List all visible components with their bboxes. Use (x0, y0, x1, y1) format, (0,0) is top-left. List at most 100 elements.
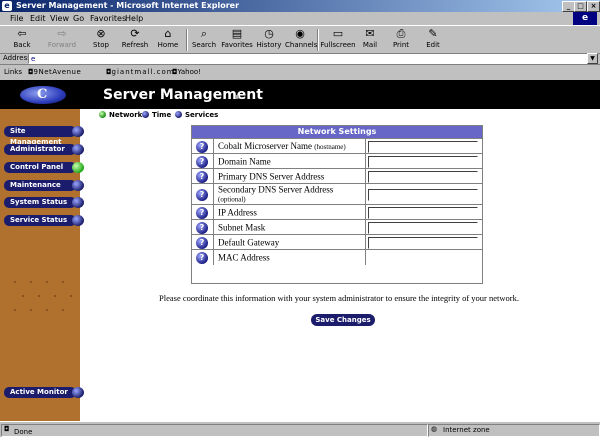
forward-button[interactable]: ⇨ Forward (44, 28, 80, 52)
services-tab-indicator-icon (175, 111, 182, 118)
settings-row: ? Primary DNS Server Address (192, 168, 482, 184)
page-status-icon: ◘ (4, 425, 10, 433)
help-question-icon[interactable]: ? (196, 140, 208, 153)
help-question-icon[interactable]: ? (196, 221, 208, 234)
title-dot-icon (235, 95, 239, 99)
page-content: C Server Management Network Time Service… (0, 80, 600, 421)
column-divider (365, 184, 366, 205)
help-question-icon[interactable]: ? (196, 236, 208, 249)
help-question-icon[interactable]: ? (196, 188, 208, 201)
settings-label: Default Gateway (218, 237, 280, 247)
stop-icon: ⊗ (96, 27, 106, 40)
settings-label: Primary DNS Server Address (218, 171, 325, 181)
active-monitor-button[interactable]: Active Monitor (4, 387, 84, 398)
home-button[interactable]: ⌂ Home (155, 28, 181, 52)
tab-time[interactable]: Time (152, 111, 171, 119)
help-cell: ? (192, 250, 214, 265)
link-giantmall[interactable]: ◘giantmall.com (106, 68, 175, 76)
address-input[interactable]: e (28, 53, 590, 64)
settings-row: ? Default Gateway (192, 234, 482, 250)
help-question-icon[interactable]: ? (196, 170, 208, 183)
menu-favorites[interactable]: Favorites (90, 14, 126, 23)
fullscreen-button[interactable]: ▭ Fullscreen (320, 28, 356, 52)
favorites-button[interactable]: ▤ Favorites (220, 28, 254, 52)
settings-label: IP Address (218, 207, 257, 217)
decorative-dot (46, 281, 48, 283)
settings-input[interactable] (368, 206, 478, 219)
sidebar-item-control-panel[interactable]: Control Panel (4, 162, 84, 173)
link-yahoo[interactable]: ◘Yahoo! (172, 68, 201, 76)
decorative-dot (70, 295, 72, 297)
edit-button[interactable]: ✎ Edit (423, 28, 443, 52)
decorative-dot (46, 309, 48, 311)
forward-arrow-icon: ⇨ (57, 27, 67, 40)
nav-ball-icon (72, 387, 84, 398)
printer-icon: ⎙ (396, 27, 406, 40)
refresh-button[interactable]: ⟳ Refresh (118, 28, 152, 52)
tab-network[interactable]: Network (109, 111, 142, 119)
stop-button[interactable]: ⊗ Stop (88, 28, 114, 52)
status-bar: ◘ Done ◍ Internet zone (0, 421, 600, 437)
nav-ball-active-icon (72, 162, 84, 173)
save-changes-button[interactable]: Save Changes (311, 314, 375, 326)
settings-input[interactable] (368, 221, 478, 234)
toolbar-separator (317, 29, 319, 51)
decorative-dot (14, 309, 16, 311)
ie-throbber-icon: e (573, 12, 597, 25)
sidebar: Site Management Administrator Control Pa… (0, 109, 84, 421)
settings-row: ? IP Address (192, 204, 482, 220)
toolbar-separator (186, 29, 188, 51)
zone-status: Internet zone (443, 426, 490, 434)
settings-row: ? Cobalt Microserver Name (hostname) (192, 138, 482, 154)
sidebar-item-system-status[interactable]: System Status (4, 197, 84, 208)
sidebar-item-maintenance[interactable]: Maintenance (4, 180, 84, 191)
menu-edit[interactable]: Edit (30, 14, 46, 23)
mail-button[interactable]: ✉ Mail (358, 28, 382, 52)
home-icon: ⌂ (164, 27, 172, 40)
menu-go[interactable]: Go (73, 14, 84, 23)
print-button[interactable]: ⎙ Print (390, 28, 412, 52)
channels-icon: ◉ (295, 27, 305, 40)
settings-input[interactable] (368, 170, 478, 183)
decorative-dot (30, 309, 32, 311)
settings-input[interactable] (368, 155, 478, 168)
maximize-button[interactable]: □ (574, 1, 587, 12)
link-9netavenue[interactable]: ◘9NetAvenue (28, 68, 81, 76)
search-button[interactable]: ⌕ Search (190, 28, 218, 52)
back-button[interactable]: ⇦ Back (6, 28, 38, 52)
sidebar-item-site-management[interactable]: Site Management (4, 126, 84, 146)
cobalt-logo: C (20, 86, 66, 104)
settings-row: ? Secondary DNS Server Address (optional) (192, 183, 482, 205)
time-tab-indicator-icon (142, 111, 149, 118)
settings-row: ? Subnet Mask (192, 219, 482, 235)
decorative-dot (30, 281, 32, 283)
settings-sublabel: (optional) (218, 195, 246, 203)
help-question-icon[interactable]: ? (196, 155, 208, 168)
column-divider (365, 139, 366, 154)
menu-help[interactable]: Help (125, 14, 143, 23)
sidebar-item-service-status[interactable]: Service Status (4, 215, 84, 226)
window-title: Server Management - Microsoft Internet E… (16, 1, 240, 10)
network-tab-indicator-icon (99, 111, 106, 118)
sidebar-item-administrator[interactable]: Administrator (4, 144, 84, 155)
settings-input[interactable] (368, 236, 478, 249)
menu-file[interactable]: File (10, 14, 23, 23)
settings-label: Domain Name (218, 156, 271, 166)
decorative-dot (62, 281, 64, 283)
decorative-dot (62, 309, 64, 311)
channels-button[interactable]: ◉ Channels (285, 27, 317, 52)
settings-row: ? Domain Name (192, 153, 482, 169)
help-question-icon[interactable]: ? (196, 251, 208, 264)
tab-services[interactable]: Services (185, 111, 218, 119)
back-arrow-icon: ⇦ (17, 27, 27, 40)
settings-label: Secondary DNS Server Address (optional) (218, 184, 334, 204)
address-dropdown-button[interactable]: ▼ (587, 53, 598, 64)
column-divider (365, 235, 366, 250)
history-button[interactable]: ◷ History (255, 28, 283, 52)
help-question-icon[interactable]: ? (196, 206, 208, 219)
settings-input[interactable] (368, 188, 478, 201)
zone-panel: ◍ Internet zone (428, 424, 600, 437)
menu-view[interactable]: View (50, 14, 69, 23)
close-button[interactable]: × (587, 1, 600, 12)
settings-input[interactable] (368, 140, 478, 153)
